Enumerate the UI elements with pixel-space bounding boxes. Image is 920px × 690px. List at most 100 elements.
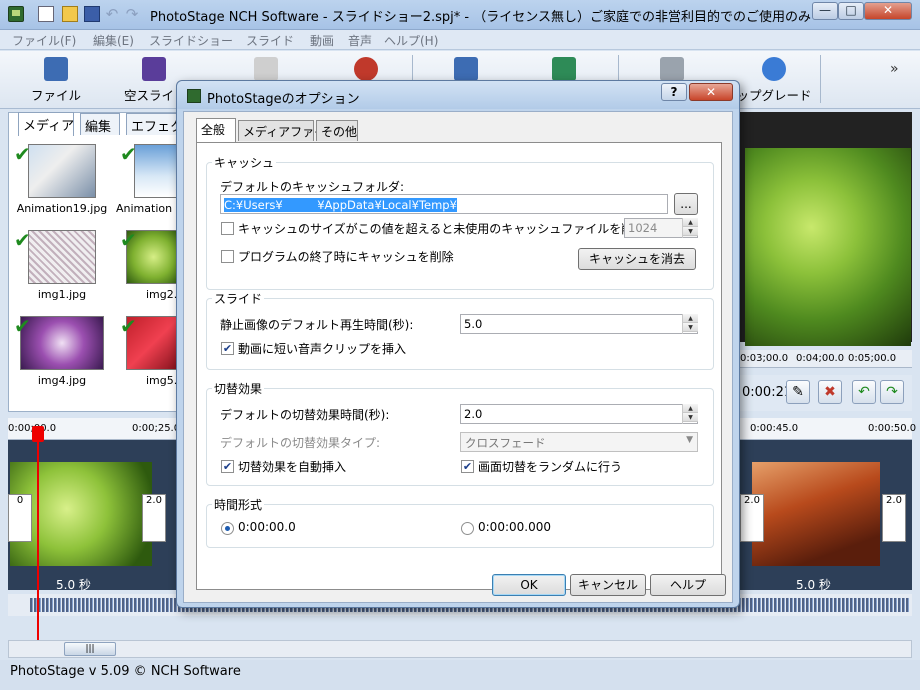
transition-box[interactable]: 2.0 (142, 494, 166, 542)
transition-type-value: クロスフェード (465, 436, 546, 450)
rotate-left-button[interactable]: ↶ (852, 380, 876, 404)
transitions-group-title: 切替効果 (212, 380, 265, 397)
time-format-group-title: 時間形式 (212, 496, 265, 513)
size-limit-checkbox[interactable] (221, 222, 234, 235)
transition-duration-input[interactable]: 2.0 (460, 404, 698, 424)
transition-type-label: デフォルトの切替効果タイプ: (220, 436, 381, 450)
delete-on-exit-checkbox[interactable] (221, 250, 234, 263)
dialog-title-bar: PhotoStageのオプション ? ✕ (177, 81, 739, 109)
dialog-close-button[interactable]: ✕ (689, 83, 733, 101)
transition-box[interactable]: 2.0 (740, 494, 764, 542)
delete-button[interactable]: ✖ (818, 380, 842, 404)
undo-icon[interactable]: ↶ (104, 6, 120, 22)
open-folder-icon[interactable] (62, 6, 78, 22)
ruler-tick: 0:05;00.0 (848, 353, 897, 364)
clear-cache-button[interactable]: キャッシュを消去 (578, 248, 696, 270)
check-icon: ✔ (120, 314, 137, 338)
app-icon[interactable] (8, 6, 24, 22)
dialog-help-button[interactable]: ? (661, 83, 687, 101)
toolbar-label: ファイル (30, 88, 81, 103)
menu-help[interactable]: ヘルプ(H) (384, 32, 438, 49)
new-document-icon[interactable] (38, 6, 54, 22)
split-button[interactable]: ✎ (786, 380, 810, 404)
toolbar-label: ップグレード (736, 88, 812, 103)
timeline-scrollbar[interactable] (8, 640, 912, 658)
check-icon: ✔ (120, 228, 137, 252)
transition-value: 2.0 (146, 495, 162, 506)
transition-box[interactable]: 2.0 (882, 494, 906, 542)
media-thumbnail[interactable] (28, 144, 96, 198)
menu-slide[interactable]: スライド (246, 32, 294, 49)
record-icon (354, 57, 378, 81)
slide-duration-spinner[interactable]: ▲ ▼ (682, 314, 698, 334)
window-title: PhotoStage NCH Software - スライドショー2.spj* … (150, 10, 811, 25)
thumbnail-label: img5.j (146, 374, 181, 387)
rotate-right-button[interactable]: ↷ (880, 380, 904, 404)
scissors-icon: ✎ (792, 384, 804, 400)
playhead[interactable] (37, 426, 39, 640)
help-button[interactable]: ヘルプ (650, 574, 726, 596)
tab-other[interactable]: その他 (316, 120, 358, 141)
tab-edit[interactable]: 編集 (80, 113, 120, 135)
ok-button[interactable]: OK (492, 574, 566, 596)
delete-icon: ✖ (824, 384, 836, 400)
transition-duration-spinner[interactable]: ▲ ▼ (682, 404, 698, 424)
time-format-option-1: 0:00:00.0 (238, 520, 296, 534)
menu-slideshow[interactable]: スライドショー (149, 32, 233, 49)
menu-edit[interactable]: 編集(E) (93, 32, 134, 49)
menu-audio[interactable]: 音声 (348, 32, 372, 49)
save-icon[interactable] (84, 6, 100, 22)
tools-icon (660, 57, 684, 81)
media-thumbnail[interactable] (134, 144, 180, 198)
auto-insert-checkbox[interactable]: ✔ (221, 460, 234, 473)
thumbnail-label: img4.jpg (37, 374, 87, 387)
tab-general[interactable]: 全般 (196, 118, 236, 142)
menu-file[interactable]: ファイル(F) (12, 32, 76, 49)
transition-box[interactable]: 0 (8, 494, 32, 542)
check-icon: ✔ (14, 314, 31, 338)
add-file-button[interactable]: ファイル (20, 55, 92, 105)
maximize-button[interactable]: □ (838, 2, 864, 20)
ruler-tick: 0:03;00.0 (740, 353, 789, 364)
menu-video[interactable]: 動画 (310, 32, 334, 49)
thumbnail-label: img2.j (146, 288, 181, 301)
title-bar: ↶ ↷ PhotoStage NCH Software - スライドショー2.s… (0, 0, 920, 30)
tab-media[interactable]: メディア (18, 112, 74, 136)
redo-icon[interactable]: ↷ (124, 6, 140, 22)
upgrade-button[interactable]: ップグレード (732, 55, 816, 105)
app-icon (187, 89, 201, 103)
toolbar-overflow-button[interactable]: » (890, 61, 899, 77)
options-dialog: PhotoStageのオプション ? ✕ 全般 メディアファイル その他 キャッ… (176, 80, 740, 608)
playhead-handle[interactable] (32, 426, 44, 442)
time-format-radio-1[interactable] (221, 522, 234, 535)
tab-media-files[interactable]: メディアファイル (238, 120, 338, 141)
ruler-tick: 0:00;25.0 (132, 423, 181, 434)
clip-duration: 5.0 秒 (56, 578, 91, 592)
chevron-down-icon: ▼ (686, 435, 693, 445)
slide-duration-value: 5.0 (464, 317, 483, 331)
magic-wand-icon (254, 57, 278, 81)
random-transition-checkbox[interactable]: ✔ (461, 460, 474, 473)
ruler-tick: 0:04;00.0 (796, 353, 845, 364)
size-limit-spinner[interactable]: ▲ ▼ (682, 218, 698, 238)
transition-type-select[interactable]: クロスフェード ▼ (460, 432, 698, 452)
ruler-tick: 0:00:45.0 (750, 423, 799, 434)
slide-duration-input[interactable]: 5.0 (460, 314, 698, 334)
dialog-body: 全般 メディアファイル その他 キャッシュ デフォルトのキャッシュフォルダ: C… (183, 111, 733, 603)
time-format-option-2: 0:00:00.000 (478, 520, 551, 534)
time-format-radio-2[interactable] (461, 522, 474, 535)
close-button[interactable]: ✕ (864, 2, 912, 20)
minimize-button[interactable]: — (812, 2, 838, 20)
browse-button[interactable]: ... (674, 193, 698, 215)
slide-clip[interactable] (752, 462, 880, 566)
transition-value: 2.0 (744, 495, 760, 506)
cache-folder-input[interactable]: C:¥Users¥ ¥AppData¥Local¥Temp¥ (220, 194, 668, 214)
insert-audio-checkbox[interactable]: ✔ (221, 342, 234, 355)
cancel-button[interactable]: キャンセル (570, 574, 646, 596)
preview-icon (454, 57, 478, 81)
file-add-icon (44, 57, 68, 81)
media-thumbnail[interactable] (28, 230, 96, 284)
preview-ruler: 0:03;00.0 0:04;00.0 0:05;00.0 (740, 350, 912, 368)
check-icon: ✔ (14, 142, 31, 166)
scrollbar-thumb[interactable]: ||| (64, 642, 116, 656)
